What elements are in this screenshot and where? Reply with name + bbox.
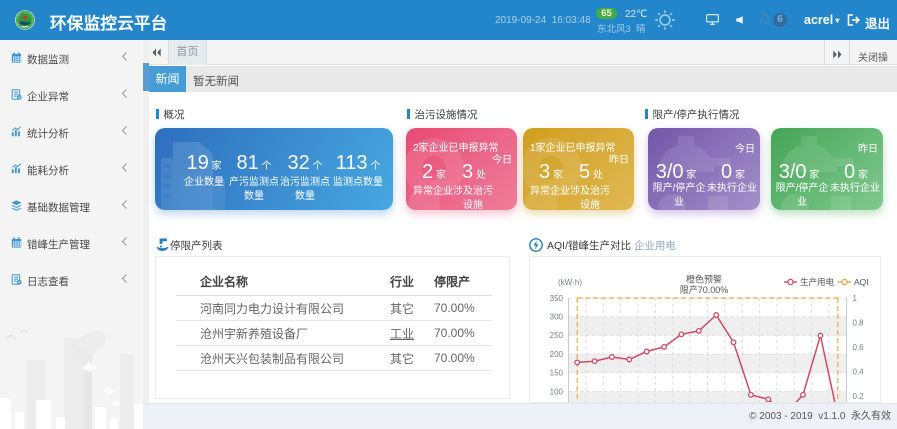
svg-text:150: 150 xyxy=(550,369,564,378)
svg-text:300: 300 xyxy=(550,313,564,322)
svg-text:0.2: 0.2 xyxy=(853,392,865,401)
svg-text:生产用电: 生产用电 xyxy=(800,277,835,287)
svg-text:350: 350 xyxy=(550,294,564,303)
svg-text:1: 1 xyxy=(853,294,858,303)
svg-text:橙色预警: 橙色预警 xyxy=(686,274,722,285)
svg-text:AQI: AQI xyxy=(854,277,869,287)
svg-text:250: 250 xyxy=(550,331,564,340)
svg-text:0.6: 0.6 xyxy=(853,343,865,352)
svg-text:0.8: 0.8 xyxy=(853,318,865,327)
svg-text:限产70.00%: 限产70.00% xyxy=(680,284,729,295)
svg-text:100: 100 xyxy=(550,387,564,396)
svg-text:200: 200 xyxy=(550,350,564,359)
svg-text:(kW·h): (kW·h) xyxy=(558,278,582,287)
svg-text:0.4: 0.4 xyxy=(853,367,865,376)
